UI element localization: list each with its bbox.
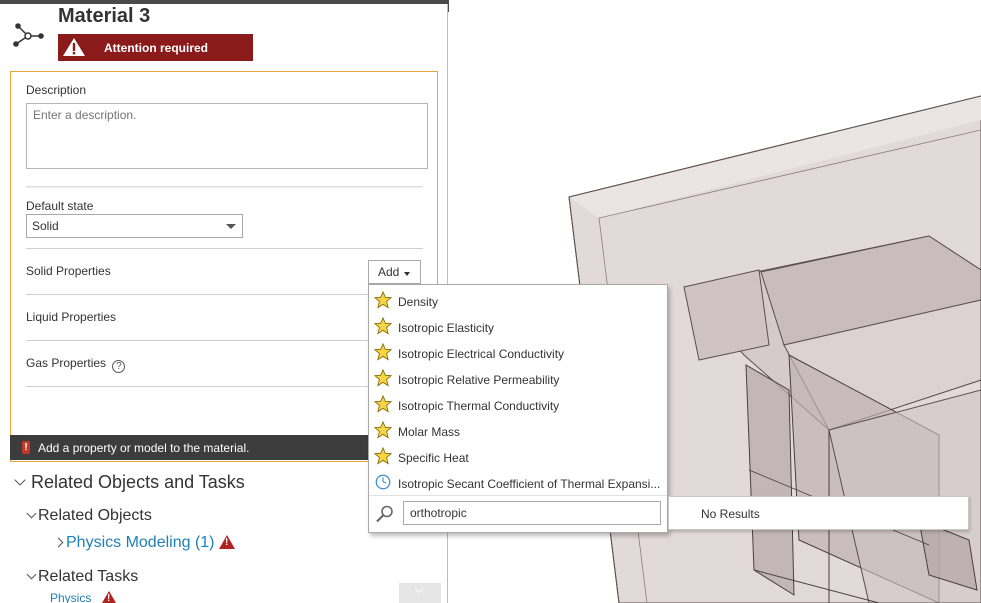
solid-properties-label: Solid Properties	[26, 264, 111, 278]
star-icon	[374, 343, 392, 361]
star-icon	[374, 291, 392, 309]
chevron-right-icon[interactable]	[53, 537, 64, 548]
property-search-row	[369, 495, 667, 533]
description-field[interactable]	[26, 103, 428, 169]
star-icon	[374, 317, 392, 335]
scroll-down-button[interactable]	[399, 583, 441, 603]
menu-item-isotropic-secant-coefficient[interactable]: Isotropic Secant Coefficient of Thermal …	[369, 469, 667, 495]
menu-item-molar-mass[interactable]: Molar Mass	[369, 417, 667, 443]
physics-task-link[interactable]: Physics	[50, 591, 91, 603]
chevron-down-icon	[226, 224, 236, 229]
description-label: Description	[26, 83, 87, 97]
menu-item-isotropic-relative-permeability[interactable]: Isotropic Relative Permeability	[369, 365, 667, 391]
search-results-popup: No Results	[668, 496, 969, 530]
star-icon	[374, 369, 392, 387]
default-state-label: Default state	[26, 199, 94, 213]
chevron-down-icon[interactable]	[14, 474, 26, 486]
divider	[26, 294, 423, 295]
star-icon	[374, 395, 392, 413]
menu-item-label: Isotropic Electrical Conductivity	[398, 347, 565, 361]
divider	[26, 340, 423, 341]
divider	[26, 386, 423, 387]
physics-modeling-link[interactable]: Physics Modeling (1)	[66, 534, 215, 552]
add-button-label: Add	[378, 265, 400, 279]
related-objects-heading[interactable]: Related Objects	[38, 507, 152, 525]
panel-top-border	[0, 0, 448, 4]
add-property-menu: Density Isotropic Elasticity Isotropic E…	[368, 284, 668, 533]
attention-text: Attention required	[104, 41, 208, 55]
menu-item-density[interactable]: Density	[369, 287, 667, 313]
warning-icon	[219, 535, 235, 549]
menu-item-label: Molar Mass	[398, 425, 461, 439]
divider	[26, 248, 423, 249]
menu-item-label: Density	[398, 295, 439, 309]
hint-text: Add a property or model to the material.	[38, 441, 250, 455]
search-icon	[376, 505, 393, 523]
divider	[26, 186, 423, 188]
menu-item-isotropic-electrical-conductivity[interactable]: Isotropic Electrical Conductivity	[369, 339, 667, 365]
menu-item-label: Specific Heat	[398, 451, 469, 465]
menu-item-label: Isotropic Thermal Conductivity	[398, 399, 560, 413]
default-state-value: Solid	[32, 219, 59, 233]
liquid-properties-label: Liquid Properties	[26, 310, 117, 324]
related-tasks-heading[interactable]: Related Tasks	[38, 568, 138, 586]
clock-icon	[375, 474, 391, 490]
warning-icon	[102, 591, 116, 603]
default-state-select[interactable]: Solid	[26, 214, 243, 238]
warning-icon	[63, 38, 85, 56]
star-icon	[374, 421, 392, 439]
menu-item-specific-heat[interactable]: Specific Heat	[369, 443, 667, 469]
chevron-down-icon	[414, 584, 424, 594]
menu-item-label: Isotropic Secant Coefficient of Thermal …	[398, 477, 661, 491]
add-property-button[interactable]: Add	[368, 260, 421, 284]
node-graph-icon	[13, 23, 44, 47]
menu-item-label: Isotropic Elasticity	[398, 321, 495, 335]
no-results-text: No Results	[701, 507, 760, 521]
page-title: Material 3	[58, 5, 151, 27]
chevron-down-icon[interactable]	[26, 508, 37, 519]
related-objects-tasks-header[interactable]: Related Objects and Tasks	[31, 472, 245, 493]
attention-required-badge[interactable]: Attention required	[58, 34, 253, 61]
menu-item-isotropic-thermal-conductivity[interactable]: Isotropic Thermal Conductivity	[369, 391, 667, 417]
gas-properties-row: Gas Properties ?	[26, 356, 126, 373]
property-search-input[interactable]	[403, 501, 661, 525]
alert-icon: !	[22, 441, 30, 454]
menu-item-isotropic-elasticity[interactable]: Isotropic Elasticity	[369, 313, 667, 339]
gas-properties-label: Gas Properties	[26, 356, 107, 370]
menu-item-label: Isotropic Relative Permeability	[398, 373, 560, 387]
chevron-down-icon[interactable]	[26, 569, 37, 580]
help-icon[interactable]: ?	[112, 360, 126, 373]
star-icon	[374, 447, 392, 465]
chevron-down-icon	[404, 272, 410, 276]
